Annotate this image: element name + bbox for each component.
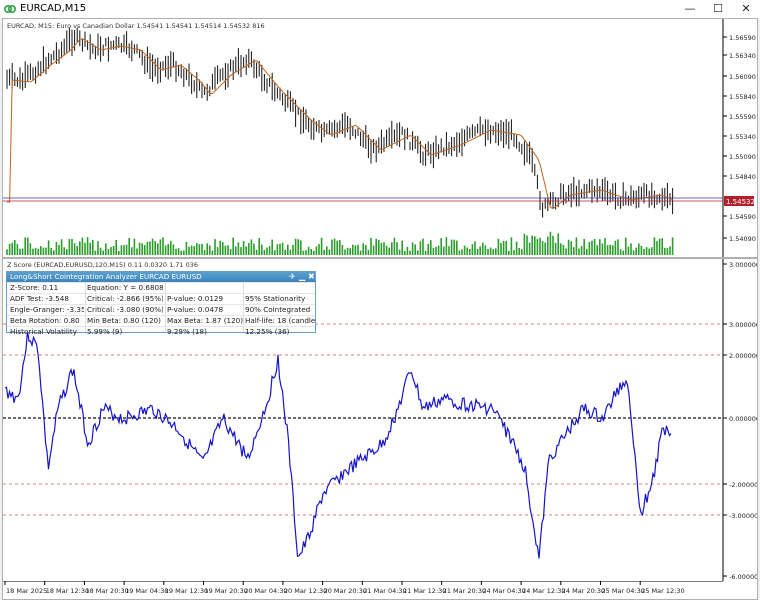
price-chart-header: EURCAD, M15: Euro vs Canadian Dollar 1.5…	[7, 22, 265, 30]
price-tick-label: 1.55090	[729, 153, 756, 161]
time-tick-label: 21 Mar 04:30	[363, 587, 406, 595]
zscore-chart-header: Z Score (EURCAD,EURUSD,120,M15) 0.11 0.0…	[7, 261, 198, 269]
price-tick-label: 1.54090	[729, 235, 756, 243]
price-tick-label: 1.56590	[729, 34, 756, 42]
time-tick-label: 19 Mar 20:30	[205, 587, 248, 595]
app-icon	[4, 5, 16, 13]
cointegration-panel[interactable]: Long&Short Cointegration Analyzer EURCAD…	[6, 271, 316, 336]
time-tick-label: 24 Mar 20:30	[562, 587, 605, 595]
zscore-tick-label: 3.000000	[729, 321, 757, 329]
price-tick-label: 1.55840	[729, 93, 756, 101]
panel-cell: Z-Score: 0.11	[10, 283, 59, 292]
panel-cell: Beta Rotation: 0.80	[10, 316, 80, 325]
zscore-tick-label: -3.000000	[729, 512, 757, 520]
price-tick-label: 1.54840	[729, 173, 756, 181]
panel-cell: 95% Stationarity	[245, 294, 306, 303]
time-tick-label: 25 Mar 12:30	[641, 587, 684, 595]
panel-cell: P-value: 0.0129	[167, 294, 224, 303]
panel-cell: Historical Volatility	[10, 327, 77, 336]
zscore-tick-label: -2.000000	[729, 481, 757, 489]
maximize-button[interactable]: ☐	[704, 0, 732, 18]
panel-cell: ADF Test: -3.548	[10, 294, 69, 303]
time-tick-label: 18 Mar 12:30	[46, 587, 89, 595]
time-tick-label: 24 Mar 12:30	[522, 587, 565, 595]
price-tick-label: 1.55340	[729, 133, 756, 141]
zscore-tick-label: 0.000000	[729, 415, 757, 423]
time-tick-label: 21 Mar 20:30	[443, 587, 486, 595]
panel-cell: 12.25% (36)	[245, 327, 290, 336]
zscore-tick-label: -6.000000	[729, 573, 757, 581]
panel-cell: Max Beta: 1.87 (120)	[167, 316, 243, 325]
time-tick-label: 25 Mar 04:30	[602, 587, 645, 595]
time-tick-label: 20 Mar 04:30	[244, 587, 287, 595]
panel-title: Long&Short Cointegration Analyzer EURCAD…	[10, 272, 202, 281]
panel-row: Z-Score: 0.11 Equation: Y = 0.68089 +0.80…	[7, 282, 315, 293]
panel-row: Beta Rotation: 0.80 Min Beta: 0.80 (120) M…	[7, 315, 315, 326]
title-bar: EURCAD,M15 — ☐ ✕	[0, 0, 760, 18]
close-window-button[interactable]: ✕	[732, 0, 760, 18]
zscore-tick-label: 3.000000	[729, 261, 757, 269]
time-axis: 18 Mar 202518 Mar 12:3018 Mar 20:3019 Ma…	[3, 581, 723, 595]
time-tick-label: 18 Mar 2025	[6, 587, 47, 595]
close-icon[interactable]: ✖	[308, 272, 315, 282]
pin-icon[interactable]: ✈	[289, 272, 296, 282]
minimize-button[interactable]: —	[676, 0, 704, 18]
panel-cell: Critical: -2.866 (95%)	[87, 294, 163, 303]
window-title: EURCAD,M15	[20, 3, 87, 14]
panel-cell: Equation: Y = 0.68089 +0.80095*X	[87, 283, 163, 292]
zscore-tick-label: 2.000000	[729, 352, 757, 360]
time-tick-label: 21 Mar 12:30	[403, 587, 446, 595]
panel-cell: P-value: 0.0478	[167, 305, 224, 314]
time-tick-label: 20 Mar 20:30	[324, 587, 367, 595]
panel-cell: Half-life: 18 (candles)	[245, 316, 315, 325]
panel-cell: Critical: -3.080 (90%)	[87, 305, 163, 314]
panel-grid: Z-Score: 0.11 Equation: Y = 0.68089 +0.80…	[7, 282, 315, 337]
time-tick-label: 19 Mar 12:30	[165, 587, 208, 595]
price-tick-label: 1.56090	[729, 73, 756, 81]
price-tick-label: 1.55590	[729, 113, 756, 121]
current-price-label: 1.54532	[726, 198, 755, 206]
panel-cell: 5.99% (9)	[87, 327, 123, 336]
panel-row: Engle-Granger: -3.354 Critical: -3.080 (9…	[7, 304, 315, 315]
time-tick-label: 19 Mar 04:30	[125, 587, 168, 595]
panel-row: Historical Volatility 5.99% (9) 9.29% (18)…	[7, 326, 315, 337]
panel-cell: 9.29% (18)	[167, 327, 207, 336]
panel-cell: 90% Cointegrated	[245, 305, 311, 314]
panel-cell: Engle-Granger: -3.354	[10, 305, 84, 314]
price-tick-label: 1.54590	[729, 213, 756, 221]
time-tick-label: 24 Mar 04:30	[482, 587, 525, 595]
panel-row: ADF Test: -3.548 Critical: -2.866 (95%) P-…	[7, 293, 315, 304]
panel-header[interactable]: Long&Short Cointegration Analyzer EURCAD…	[7, 272, 315, 282]
price-chart[interactable]: 1.56590 1.56340 1.56090 1.55840 1.55590 1.553…	[3, 19, 757, 257]
minimize-icon[interactable]: ▁	[299, 272, 305, 282]
panel-cell: Min Beta: 0.80 (120)	[87, 316, 161, 325]
time-tick-label: 20 Mar 12:30	[284, 587, 327, 595]
time-tick-label: 18 Mar 20:30	[85, 587, 128, 595]
price-tick-label: 1.56340	[729, 52, 756, 60]
